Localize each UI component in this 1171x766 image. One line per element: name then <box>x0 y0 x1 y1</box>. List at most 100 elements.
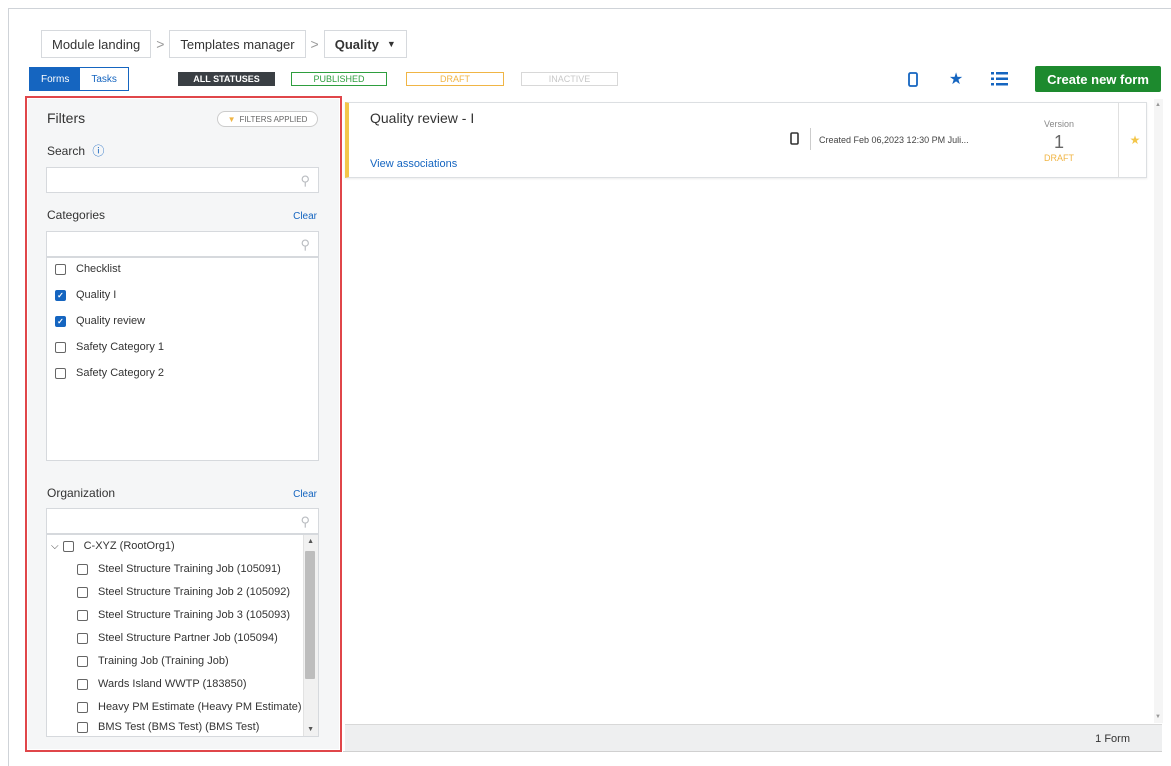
org-item[interactable]: Heavy PM Estimate (Heavy PM Estimate) <box>77 701 302 713</box>
organization-search-input[interactable]: ⚲ <box>46 508 319 534</box>
list-icon[interactable] <box>989 70 1009 88</box>
category-label: Safety Category 1 <box>76 341 165 353</box>
divider <box>343 751 1162 752</box>
checkbox[interactable] <box>77 609 88 621</box>
checkbox-checked[interactable]: ✓ <box>55 315 66 327</box>
category-label: Quality I <box>76 289 117 301</box>
search-input[interactable]: ⚲ <box>46 167 319 193</box>
org-item-label: BMS Test (BMS Test) (BMS Test) <box>98 721 260 733</box>
org-root-label: C-XYZ (RootOrg1) <box>83 540 175 552</box>
filter-icon: ▼ <box>227 114 236 124</box>
checkbox[interactable] <box>77 678 88 690</box>
mobile-icon <box>790 132 799 148</box>
org-item[interactable]: Steel Structure Training Job (105091) <box>77 563 281 575</box>
create-new-form-button[interactable]: Create new form <box>1035 66 1161 92</box>
checkbox[interactable] <box>77 701 88 713</box>
search-label: Search <box>47 144 86 158</box>
star-icon[interactable]: ★ <box>946 70 966 88</box>
checkbox-checked[interactable]: ✓ <box>55 289 66 301</box>
breadcrumb-current-label: Quality <box>334 36 379 52</box>
org-root-item[interactable]: ⌵ C-XYZ (RootOrg1) <box>51 540 175 552</box>
organization-tree: ⌵ C-XYZ (RootOrg1) Steel Structure Train… <box>46 534 319 737</box>
form-card[interactable]: Quality review - I View associations Cre… <box>345 102 1147 178</box>
version-number: 1 <box>1053 132 1064 152</box>
content-scrollbar[interactable]: ▲ ▼ <box>1154 99 1163 723</box>
checkbox[interactable] <box>55 263 66 275</box>
breadcrumb-separator: > <box>310 36 319 52</box>
org-item-label: Wards Island WWTP (183850) <box>98 678 247 690</box>
filters-panel: Filters ▼ FILTERS APPLIED Search ⓘ ⚲ Cat… <box>25 96 342 752</box>
info-icon[interactable]: ⓘ <box>92 144 104 158</box>
filters-applied-label: FILTERS APPLIED <box>239 114 308 124</box>
star-icon[interactable]: ★ <box>1118 103 1151 177</box>
categories-list: Checklist ✓ Quality I ✓ Quality review S… <box>46 257 319 461</box>
chevron-down-icon: ▼ <box>386 39 396 49</box>
organization-label: Organization <box>47 486 116 500</box>
checkbox[interactable] <box>62 540 74 552</box>
divider <box>810 128 811 150</box>
status-filter-inactive[interactable]: INACTIVE <box>521 72 618 86</box>
search-icon: ⚲ <box>300 514 310 529</box>
footer-bar: 1 Form <box>345 724 1162 751</box>
categories-search-input[interactable]: ⚲ <box>46 231 319 257</box>
status-filter-draft[interactable]: DRAFT <box>406 72 504 86</box>
status-badge: DRAFT <box>1044 153 1074 163</box>
org-item[interactable]: Wards Island WWTP (183850) <box>77 678 247 690</box>
category-item[interactable]: Safety Category 2 <box>55 367 164 379</box>
org-item-label: Heavy PM Estimate (Heavy PM Estimate) <box>98 701 302 713</box>
org-item[interactable]: Steel Structure Training Job 3 (105093) <box>77 609 290 621</box>
checkbox[interactable] <box>55 367 66 379</box>
checkbox[interactable] <box>77 586 88 598</box>
organization-clear-link[interactable]: Clear <box>293 489 317 500</box>
checkbox[interactable] <box>55 341 66 353</box>
category-item[interactable]: ✓ Quality review <box>55 315 145 327</box>
org-item-label: Steel Structure Training Job 3 (105093) <box>98 609 291 621</box>
scroll-up-icon[interactable]: ▲ <box>307 538 314 545</box>
form-created-info: Created Feb 06,2023 12:30 PM Juli... <box>819 135 969 145</box>
forms-tasks-toggle: Forms Tasks <box>29 67 129 91</box>
filters-applied-badge[interactable]: ▼ FILTERS APPLIED <box>217 111 318 127</box>
org-item-label: Steel Structure Partner Job (105094) <box>98 632 278 644</box>
tab-forms[interactable]: Forms <box>30 68 81 90</box>
forms-list: Quality review - I View associations Cre… <box>345 98 1162 723</box>
chevron-down-icon[interactable]: ⌵ <box>51 541 59 552</box>
breadcrumb-templates-manager[interactable]: Templates manager <box>169 30 306 58</box>
category-label: Safety Category 2 <box>76 367 165 379</box>
org-item[interactable]: BMS Test (BMS Test) (BMS Test) <box>77 721 259 733</box>
category-item[interactable]: Checklist <box>55 263 121 275</box>
mobile-icon[interactable] <box>903 70 923 88</box>
org-item-label: Training Job (Training Job) <box>98 655 229 667</box>
search-label-row: Search ⓘ <box>47 142 104 159</box>
category-item[interactable]: Safety Category 1 <box>55 341 164 353</box>
status-filter-published[interactable]: PUBLISHED <box>291 72 387 86</box>
org-item-label: Steel Structure Training Job (105091) <box>98 563 281 575</box>
breadcrumb-current-dropdown[interactable]: Quality ▼ <box>323 30 407 58</box>
org-item-label: Steel Structure Training Job 2 (105092) <box>98 586 291 598</box>
checkbox[interactable] <box>77 563 88 575</box>
category-label: Quality review <box>76 315 146 327</box>
breadcrumb-separator: > <box>156 36 165 52</box>
categories-label: Categories <box>47 208 106 222</box>
scroll-down-icon[interactable]: ▼ <box>1155 714 1161 720</box>
search-icon: ⚲ <box>300 173 310 188</box>
checkbox[interactable] <box>77 721 88 733</box>
category-item[interactable]: ✓ Quality I <box>55 289 116 301</box>
scroll-up-icon[interactable]: ▲ <box>1155 102 1161 108</box>
checkbox[interactable] <box>77 655 88 667</box>
status-filter-all[interactable]: ALL STATUSES <box>178 72 275 86</box>
categories-clear-link[interactable]: Clear <box>293 211 317 222</box>
org-scrollbar[interactable]: ▲ ▼ <box>303 535 318 736</box>
org-item[interactable]: Steel Structure Training Job 2 (105092) <box>77 586 290 598</box>
checkbox[interactable] <box>77 632 88 644</box>
breadcrumb-module-landing[interactable]: Module landing <box>41 30 152 58</box>
breadcrumb: Module landing > Templates manager > Qua… <box>41 30 407 58</box>
view-associations-link[interactable]: View associations <box>370 158 457 170</box>
org-item[interactable]: Steel Structure Partner Job (105094) <box>77 632 278 644</box>
tab-tasks[interactable]: Tasks <box>80 68 128 90</box>
scrollbar-thumb[interactable] <box>305 551 315 679</box>
version-label: Version <box>1043 119 1075 129</box>
scroll-down-icon[interactable]: ▼ <box>307 726 314 733</box>
form-title[interactable]: Quality review - I <box>370 110 474 126</box>
org-item[interactable]: Training Job (Training Job) <box>77 655 229 667</box>
category-label: Checklist <box>76 263 121 275</box>
